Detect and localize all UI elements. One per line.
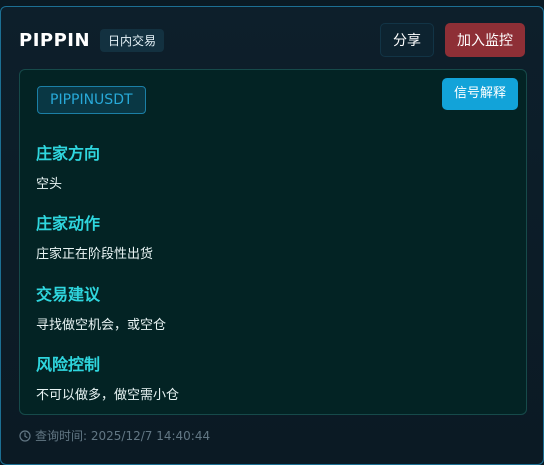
query-time-text: 查询时间: 2025/12/7 14:40:44 <box>35 429 211 443</box>
section-value-risk: 不可以做多，做空需小仓 <box>36 388 180 403</box>
section-value-action: 庄家正在阶段性出货 <box>36 247 154 262</box>
trading-pair-tag: PIPPINUSDT <box>37 86 146 114</box>
section-title-advice: 交易建议 <box>36 285 101 304</box>
signal-panel: PIPPINUSDT 信号解释 庄家方向 空头 庄家动作 庄家正在阶段性出货 交… <box>19 69 527 415</box>
share-button[interactable]: 分享 <box>380 23 434 57</box>
section-title-risk: 风险控制 <box>36 355 101 374</box>
trade-mode-badge: 日内交易 <box>100 28 165 52</box>
signal-explain-button[interactable]: 信号解释 <box>441 78 518 110</box>
signal-card: PIPPIN 日内交易 分享 加入监控 PIPPINUSDT 信号解释 庄家方向… <box>0 6 544 465</box>
card-header: PIPPIN 日内交易 分享 加入监控 <box>19 23 525 57</box>
add-monitor-button[interactable]: 加入监控 <box>445 23 525 57</box>
section-value-advice: 寻找做空机会，或空仓 <box>36 318 167 333</box>
query-time-footer: 查询时间: 2025/12/7 14:40:44 <box>19 427 210 444</box>
symbol-title: PIPPIN <box>19 29 91 51</box>
section-value-direction: 空头 <box>36 177 63 192</box>
section-title-action: 庄家动作 <box>36 214 101 233</box>
clock-icon <box>19 429 31 442</box>
section-title-direction: 庄家方向 <box>36 144 101 163</box>
